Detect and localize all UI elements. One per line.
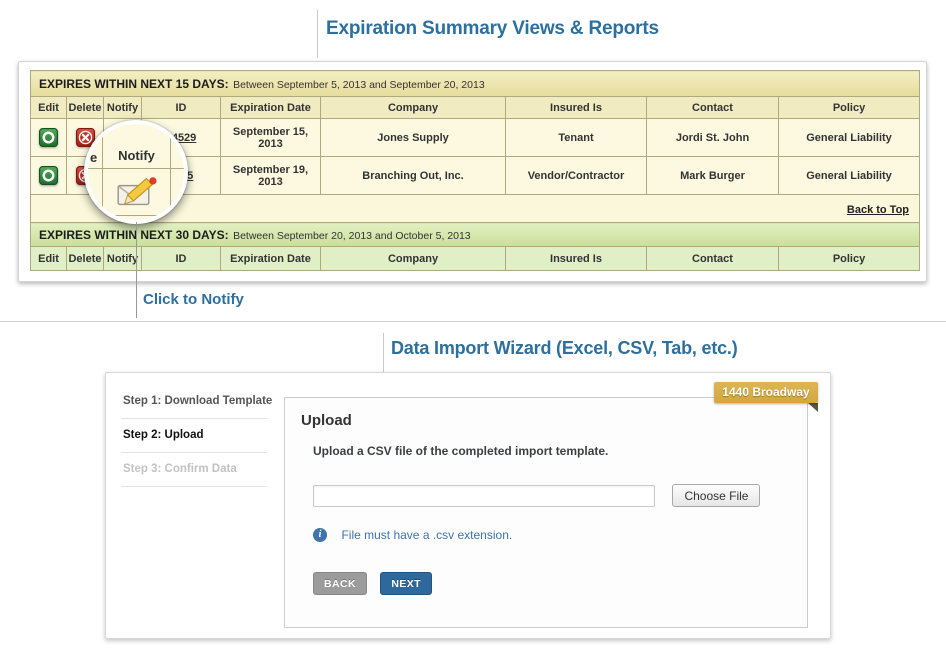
column-header-delete: Delete [67, 97, 104, 119]
cell-insured-is: Tenant [506, 119, 647, 157]
choose-file-button[interactable]: Choose File [672, 484, 760, 507]
column-header-id: ID [142, 247, 221, 271]
cell-policy: General Liability [779, 119, 920, 157]
column-header-row-15: Edit Delete Notify ID Expiration Date Co… [31, 97, 920, 119]
back-button[interactable]: BACK [313, 572, 367, 595]
column-header-edit: Edit [31, 97, 67, 119]
panel-heading: Upload [301, 412, 352, 429]
back-to-top-link[interactable]: Back to Top [847, 204, 909, 216]
click-to-notify-caption: Click to Notify [143, 291, 244, 308]
csv-extension-note: File must have a .csv extension. [341, 528, 512, 542]
notify-envelope-icon[interactable] [117, 176, 157, 212]
section-15-title: EXPIRES WITHIN NEXT 15 DAYS: [39, 77, 229, 91]
section-divider [0, 321, 946, 322]
cell-policy: General Liability [779, 157, 920, 195]
cell-expiration-date: September 15, 2013 [221, 119, 321, 157]
column-header-contact: Contact [647, 97, 779, 119]
column-header-delete: Delete [67, 247, 104, 271]
column-header-edit: Edit [31, 247, 67, 271]
page: Expiration Summary Views & Reports EXPIR… [0, 0, 946, 662]
file-path-input[interactable] [313, 485, 655, 507]
column-header-company: Company [321, 97, 506, 119]
column-header-expiration-date: Expiration Date [221, 247, 321, 271]
title-connector-line [317, 10, 318, 58]
title-connector-line [383, 333, 384, 374]
badge-ribbon-fold [808, 403, 818, 412]
magnified-notify-header: Notify [103, 148, 170, 163]
cell-contact: Mark Burger [647, 157, 779, 195]
wizard-step-2-upload[interactable]: Step 2: Upload [121, 419, 267, 453]
wizard-step-3-confirm-data: Step 3: Confirm Data [121, 453, 267, 487]
notify-connector-line [136, 222, 137, 318]
edit-icon[interactable] [39, 166, 58, 185]
column-header-id: ID [142, 97, 221, 119]
column-header-policy: Policy [779, 247, 920, 271]
magnified-cell-border [102, 124, 103, 220]
import-wizard-card: Step 1: Download Template Step 2: Upload… [105, 372, 831, 639]
section-title-import-wizard: Data Import Wizard (Excel, CSV, Tab, etc… [391, 338, 738, 359]
cell-company: Branching Out, Inc. [321, 157, 506, 195]
magnified-partial-text: e [90, 150, 97, 165]
column-header-policy: Policy [779, 97, 920, 119]
cell-insured-is: Vendor/Contractor [506, 157, 647, 195]
section-15-band: EXPIRES WITHIN NEXT 15 DAYS: Between Sep… [31, 71, 920, 97]
wizard-steps: Step 1: Download Template Step 2: Upload… [121, 385, 267, 487]
upload-panel: Upload Upload a CSV file of the complete… [284, 397, 808, 628]
cell-expiration-date: September 19, 2013 [221, 157, 321, 195]
magnified-row-border [88, 168, 184, 169]
badge-1440-broadway: 1440 Broadway [714, 382, 818, 403]
column-header-company: Company [321, 247, 506, 271]
upload-instruction: Upload a CSV file of the completed impor… [313, 444, 608, 458]
column-header-notify: Notify [104, 97, 142, 119]
cell-contact: Jordi St. John [647, 119, 779, 157]
column-header-insured-is: Insured Is [506, 97, 647, 119]
magnified-row-border [88, 215, 184, 216]
cell-company: Jones Supply [321, 119, 506, 157]
section-30-title: EXPIRES WITHIN NEXT 30 DAYS: [39, 228, 229, 242]
wizard-step-1-download-template[interactable]: Step 1: Download Template [121, 385, 267, 419]
section-30-subtitle: Between September 20, 2013 and October 5… [233, 230, 471, 242]
column-header-contact: Contact [647, 247, 779, 271]
section-30-band: EXPIRES WITHIN NEXT 30 DAYS: Between Sep… [31, 223, 920, 247]
column-header-expiration-date: Expiration Date [221, 97, 321, 119]
column-header-row-30: Edit Delete Notify ID Expiration Date Co… [31, 247, 920, 271]
next-button[interactable]: NEXT [380, 572, 432, 595]
column-header-insured-is: Insured Is [506, 247, 647, 271]
edit-icon[interactable] [39, 128, 58, 147]
section-title-expiration: Expiration Summary Views & Reports [326, 18, 659, 40]
magnified-cell-border [170, 124, 171, 220]
section-15-subtitle: Between September 5, 2013 and September … [233, 79, 485, 91]
info-icon: i [313, 528, 327, 542]
magnifier-circle: e Notify [84, 120, 188, 224]
